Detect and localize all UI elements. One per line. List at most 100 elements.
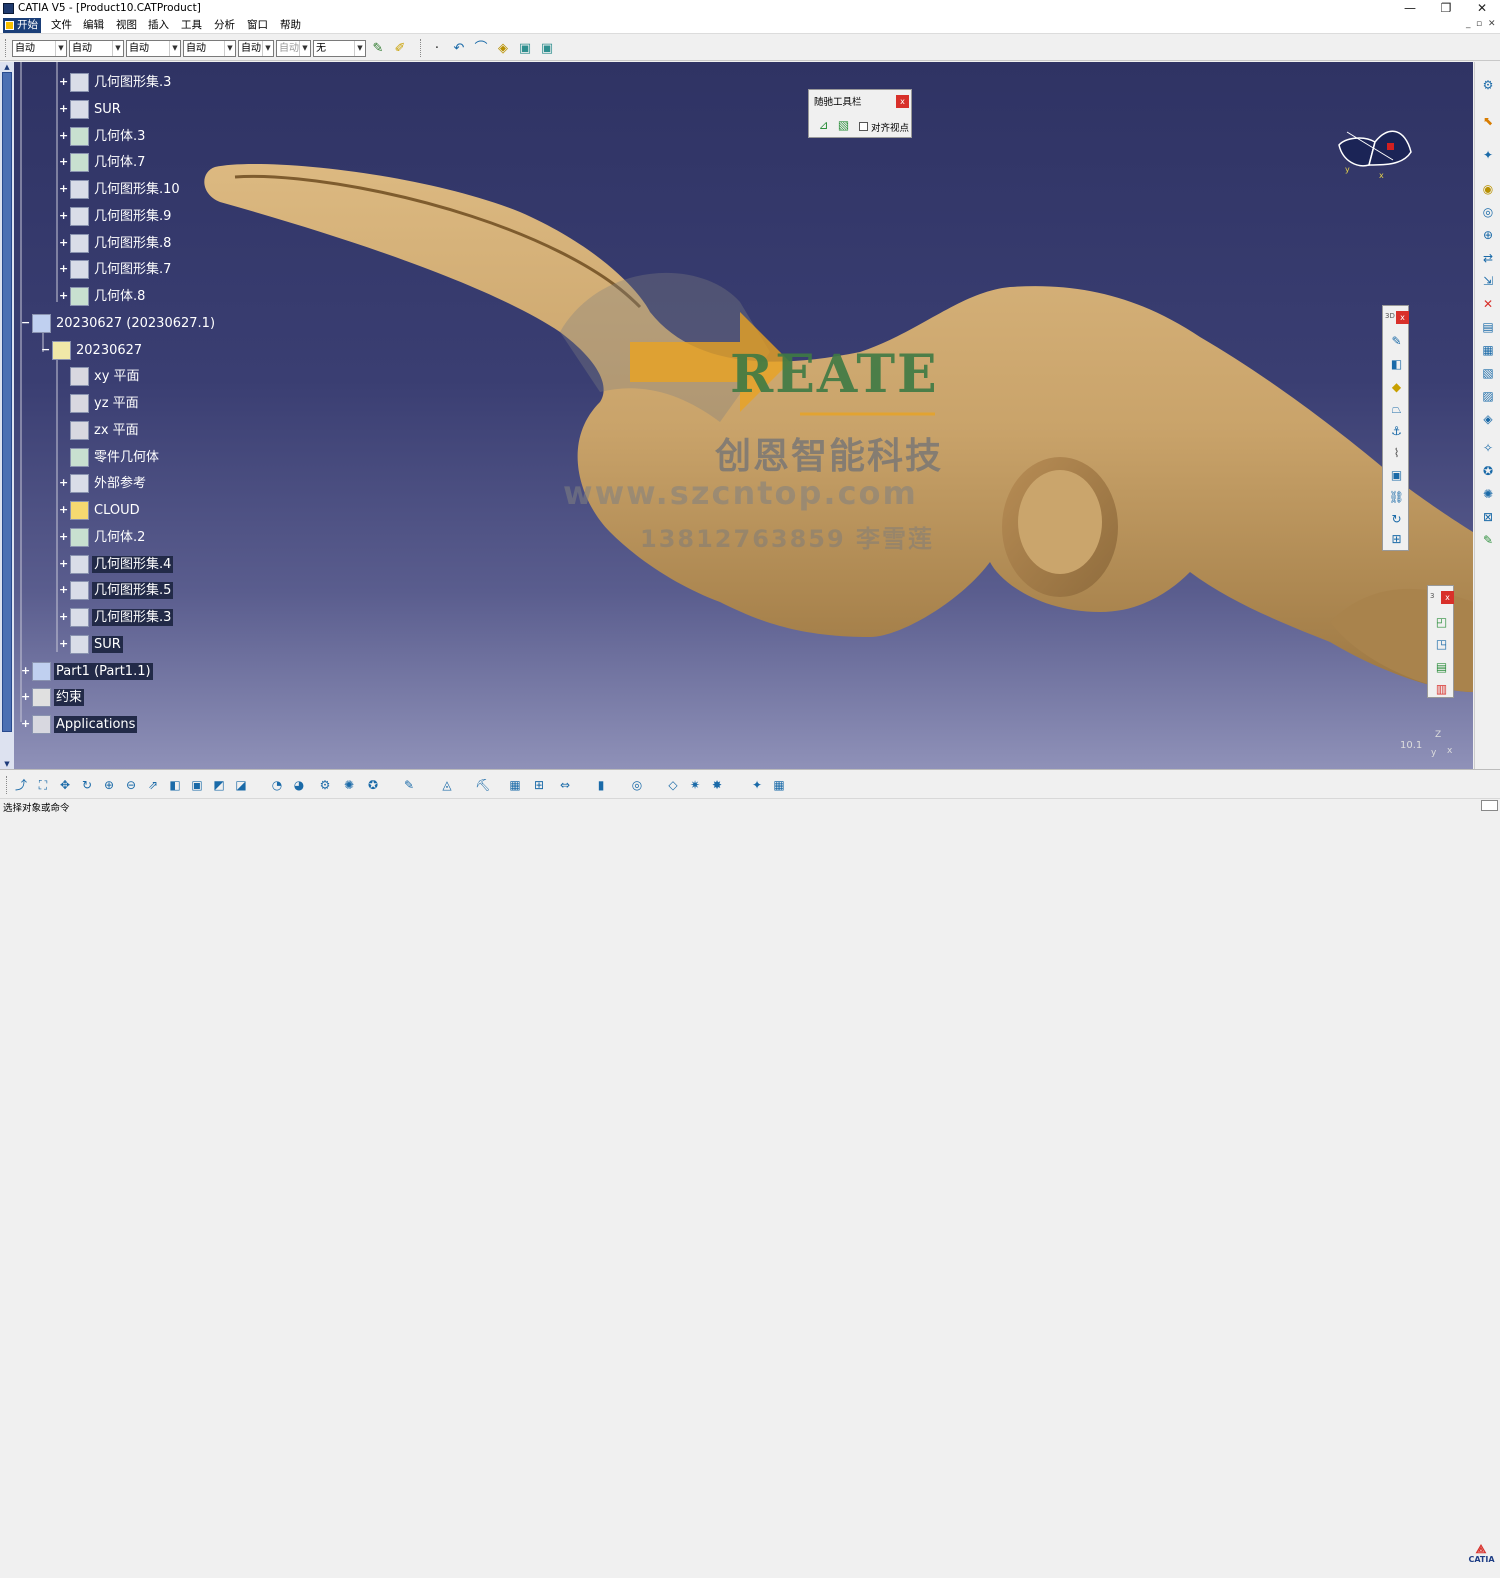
expand-icon[interactable]: + bbox=[59, 210, 68, 221]
link-icon[interactable]: ⛓ bbox=[1388, 489, 1405, 506]
color-combo[interactable]: 自动 ▼ bbox=[12, 40, 67, 57]
mdi-minimize-button[interactable]: _ bbox=[1466, 19, 1471, 29]
hide-show-icon[interactable]: ◩ bbox=[210, 776, 228, 794]
box-icon[interactable]: ◰ bbox=[1433, 614, 1450, 631]
menu-analysis[interactable]: 分析 bbox=[211, 18, 238, 33]
mdi-close-button[interactable]: ✕ bbox=[1488, 19, 1496, 29]
tool-icon-9[interactable]: ▤ bbox=[1479, 318, 1497, 336]
expand-icon[interactable]: + bbox=[59, 558, 68, 569]
analysis-3-icon[interactable]: ✦ bbox=[748, 776, 766, 794]
point-type-combo[interactable]: 自动 ▼ bbox=[238, 40, 274, 57]
tool-icon-5[interactable]: ⊕ bbox=[1479, 226, 1497, 244]
catalog-icon[interactable]: ◔ bbox=[268, 776, 286, 794]
paintbrush-icon[interactable]: ✎ bbox=[369, 40, 387, 57]
toolbar-grip[interactable] bbox=[6, 776, 8, 794]
scroll-up-icon[interactable]: ▲ bbox=[1, 62, 13, 72]
expand-icon[interactable]: + bbox=[21, 691, 30, 702]
tool-icon-17[interactable]: ⊠ bbox=[1479, 508, 1497, 526]
explode-icon[interactable]: ⊞ bbox=[530, 776, 548, 794]
tool-icon-14[interactable]: ✧ bbox=[1479, 439, 1497, 457]
paint-icon[interactable]: ◆ bbox=[1388, 379, 1405, 396]
rotate-icon[interactable]: ↻ bbox=[78, 776, 96, 794]
grid-tool-icon[interactable]: ⊞ bbox=[1388, 531, 1405, 548]
scroll-down-icon[interactable]: ▼ bbox=[1, 759, 13, 769]
expand-icon[interactable]: + bbox=[59, 531, 68, 542]
scroll-thumb[interactable] bbox=[2, 72, 12, 732]
print-icon[interactable]: ▦ bbox=[506, 776, 524, 794]
pan-icon[interactable]: ✥ bbox=[56, 776, 74, 794]
frame-icon[interactable]: ▣ bbox=[1388, 467, 1405, 484]
expand-icon[interactable]: + bbox=[59, 611, 68, 622]
menu-file[interactable]: 文件 bbox=[48, 18, 75, 33]
transparency-combo[interactable]: 自动 ▼ bbox=[69, 40, 124, 57]
expand-icon[interactable]: + bbox=[59, 103, 68, 114]
tool-icon-3[interactable]: ◉ bbox=[1479, 180, 1497, 198]
select-icon[interactable]: ⬉ bbox=[1479, 112, 1497, 130]
toolbar-grip[interactable] bbox=[420, 39, 422, 57]
tools-2-icon[interactable]: ✪ bbox=[364, 776, 382, 794]
collapse-icon[interactable]: − bbox=[41, 344, 50, 355]
tool-icon-10[interactable]: ▦ bbox=[1479, 341, 1497, 359]
knowledge-icon[interactable]: ✎ bbox=[400, 776, 418, 794]
grid-icon[interactable]: ▦ bbox=[770, 776, 788, 794]
update-icon[interactable]: ◎ bbox=[628, 776, 646, 794]
fit-all-icon[interactable]: ⛶ bbox=[34, 776, 52, 794]
floating-toolbar-2-close-button[interactable]: x bbox=[1441, 591, 1454, 604]
render-style-icon[interactable]: ▣ bbox=[188, 776, 206, 794]
mdi-restore-button[interactable]: ▫ bbox=[1476, 19, 1482, 29]
menu-help[interactable]: 帮助 bbox=[277, 18, 304, 33]
collapse-icon[interactable]: − bbox=[21, 317, 30, 328]
battery-icon[interactable]: ▮ bbox=[592, 776, 610, 794]
swap-visible-icon[interactable]: ◪ bbox=[232, 776, 250, 794]
curve-icon[interactable]: ↶ bbox=[450, 40, 468, 57]
format-painter-icon[interactable]: ✐ bbox=[391, 40, 409, 57]
maximize-button[interactable]: ❐ bbox=[1428, 0, 1464, 17]
measure-icon[interactable]: ◬ bbox=[438, 776, 456, 794]
menu-view[interactable]: 视图 bbox=[113, 18, 140, 33]
floating-toolbar-1-close-button[interactable]: x bbox=[1396, 311, 1409, 324]
normal-view-icon[interactable]: ⇗ bbox=[144, 776, 162, 794]
tool-icon-2[interactable]: ✦ bbox=[1479, 146, 1497, 164]
menu-tools[interactable]: 工具 bbox=[178, 18, 205, 33]
plane-tool-icon[interactable]: ⏢ bbox=[1388, 401, 1405, 418]
iso-view-icon[interactable]: ◧ bbox=[166, 776, 184, 794]
tool-icon-11[interactable]: ▧ bbox=[1479, 364, 1497, 382]
3d-viewport[interactable]: REATE 创恩智能科技 www.szcntop.com 13812763859… bbox=[0, 62, 1473, 769]
constraint-icon[interactable]: ⇔ bbox=[556, 776, 574, 794]
pen-icon[interactable]: ✎ bbox=[1388, 333, 1405, 350]
refresh-icon[interactable]: ↻ bbox=[1388, 511, 1405, 528]
tool-icon-4[interactable]: ◎ bbox=[1479, 203, 1497, 221]
document-2-icon[interactable]: ▥ bbox=[1433, 681, 1450, 698]
analysis-icon[interactable]: ✷ bbox=[686, 776, 704, 794]
expand-icon[interactable]: + bbox=[59, 638, 68, 649]
clip-icon[interactable]: ⌇ bbox=[1388, 445, 1405, 462]
sketch-plane-icon[interactable]: ⊿ bbox=[815, 117, 832, 134]
tool-icon-1[interactable]: ⚙ bbox=[1479, 76, 1497, 94]
expand-icon[interactable]: + bbox=[21, 718, 30, 729]
tool-icon-8[interactable]: ✕ bbox=[1479, 295, 1497, 313]
tool-icon-12[interactable]: ▨ bbox=[1479, 387, 1497, 405]
macro-icon[interactable]: ⚙ bbox=[316, 776, 334, 794]
expand-icon[interactable]: + bbox=[59, 263, 68, 274]
fly-mode-icon[interactable]: ⤴ bbox=[12, 776, 30, 794]
compass-widget[interactable]: y x bbox=[1333, 120, 1415, 180]
tool-icon-7[interactable]: ⇲ bbox=[1479, 272, 1497, 290]
anchor-icon[interactable]: ⚓ bbox=[1388, 423, 1405, 440]
tree-scrollbar[interactable]: ▲ ▼ bbox=[0, 62, 14, 769]
tool-icon-18[interactable]: ✎ bbox=[1479, 531, 1497, 549]
cube-icon[interactable]: ◧ bbox=[1388, 356, 1405, 373]
tools-icon[interactable]: ✺ bbox=[340, 776, 358, 794]
box-2-icon[interactable]: ◳ bbox=[1433, 636, 1450, 653]
close-button[interactable]: ✕ bbox=[1464, 0, 1500, 17]
zoom-out-icon[interactable]: ⊖ bbox=[122, 776, 140, 794]
expand-icon[interactable]: + bbox=[21, 665, 30, 676]
line-type-combo[interactable]: 自动 ▼ bbox=[183, 40, 236, 57]
line-thickness-combo[interactable]: 自动 ▼ bbox=[126, 40, 181, 57]
expand-icon[interactable]: + bbox=[59, 183, 68, 194]
expand-icon[interactable]: + bbox=[59, 290, 68, 301]
menu-insert[interactable]: 插入 bbox=[145, 18, 172, 33]
menu-start[interactable]: 开始 bbox=[3, 18, 41, 33]
menu-window[interactable]: 窗口 bbox=[244, 18, 271, 33]
tool-icon-6[interactable]: ⇄ bbox=[1479, 249, 1497, 267]
surface-icon[interactable]: ⌒ bbox=[472, 40, 490, 57]
